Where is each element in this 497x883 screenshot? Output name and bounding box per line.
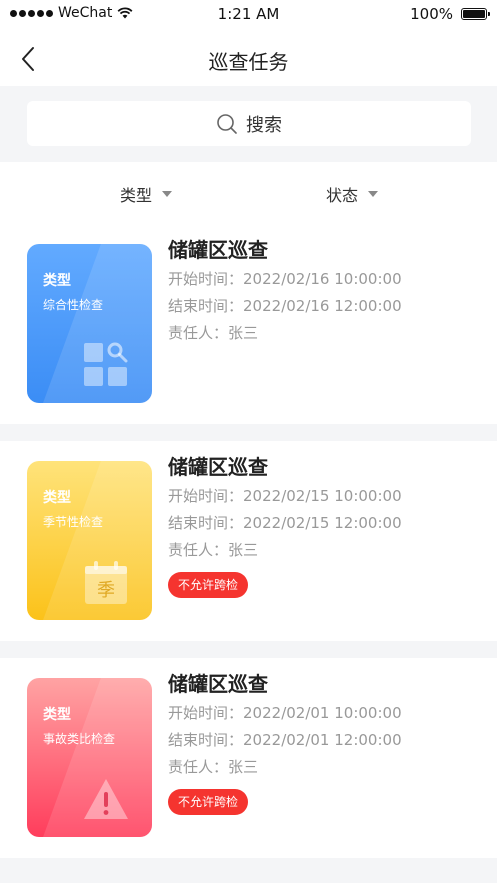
end-time-label: 结束时间： [168,731,244,749]
owner-label: 责任人： [168,324,229,342]
start-time-row: 开始时间：2022/02/15 10:00:00 [168,483,402,510]
owner-value: 张三 [228,541,259,559]
search-input[interactable]: 搜索 [27,101,471,146]
task-info: 储罐区巡查 开始时间：2022/02/15 10:00:00 结束时间：2022… [168,451,402,598]
owner-label: 责任人： [168,541,229,559]
end-time-label: 结束时间： [168,514,244,532]
task-title: 储罐区巡查 [168,455,268,479]
owner-value: 张三 [228,324,259,342]
owner-value: 张三 [228,758,259,776]
end-time-row: 结束时间：2022/02/01 12:00:00 [168,727,402,754]
end-time-label: 结束时间： [168,297,244,315]
status-bar: WeChat 1:21 AM 100% [0,0,497,30]
battery-percent: 100% [410,5,453,23]
search-placeholder: 搜索 [246,114,282,136]
end-time-row: 结束时间：2022/02/16 12:00:00 [168,293,402,320]
status-filter-label: 状态 [326,186,359,205]
no-cross-inspection-badge: 不允许跨检 [168,789,249,815]
owner-row: 责任人：张三 [168,320,402,347]
start-time-value: 2022/02/16 10:00:00 [243,270,402,288]
caret-down-icon [368,191,379,197]
task-card[interactable]: 类型 综合性检查 储罐区巡查 开始时间：2022/02/16 10:00:00 … [0,224,497,424]
caret-down-icon [162,191,173,197]
end-time-value: 2022/02/01 12:00:00 [243,731,402,749]
calendar-season-icon: 季 [85,561,127,604]
end-time-value: 2022/02/16 12:00:00 [243,297,402,315]
start-time-value: 2022/02/15 10:00:00 [243,487,402,505]
no-cross-inspection-badge: 不允许跨检 [168,572,249,598]
search-icon [217,113,237,134]
status-filter-dropdown[interactable]: 状态 [326,182,379,206]
thumbnail-category: 综合性检查 [43,298,104,312]
battery-icon [461,8,490,20]
type-filter-dropdown[interactable]: 类型 [120,182,173,206]
owner-row: 责任人：张三 [168,754,402,781]
search-area: 搜索 [0,86,497,162]
warning-triangle-icon [84,779,128,819]
thumbnail-category: 事故类比检查 [43,732,116,746]
task-card[interactable]: 类型 事故类比检查 储罐区巡查 开始时间：2022/02/01 10:00:00… [0,658,497,858]
thumbnail-type-label: 类型 [43,273,71,289]
filter-bar: 类型 状态 [0,162,497,224]
start-time-label: 开始时间： [168,487,244,505]
task-title: 储罐区巡查 [168,672,268,696]
task-title: 储罐区巡查 [168,238,268,262]
task-type-thumbnail: 类型 综合性检查 [27,244,152,403]
thumbnail-type-label: 类型 [43,707,71,723]
type-filter-label: 类型 [120,186,153,205]
start-time-row: 开始时间：2022/02/01 10:00:00 [168,700,402,727]
nav-bar: 巡查任务 [0,30,497,86]
task-type-thumbnail: 类型 事故类比检查 [27,678,152,837]
task-info: 储罐区巡查 开始时间：2022/02/01 10:00:00 结束时间：2022… [168,668,402,815]
owner-label: 责任人： [168,758,229,776]
calendar-char: 季 [97,580,115,601]
task-info: 储罐区巡查 开始时间：2022/02/16 10:00:00 结束时间：2022… [168,234,402,347]
grid-search-icon [84,342,128,386]
start-time-value: 2022/02/01 10:00:00 [243,704,402,722]
page-title: 巡查任务 [208,50,289,74]
start-time-label: 开始时间： [168,704,244,722]
battery-info: 100% [410,5,490,23]
start-time-row: 开始时间：2022/02/16 10:00:00 [168,266,402,293]
start-time-label: 开始时间： [168,270,244,288]
task-card[interactable]: 类型 季节性检查 季 储罐区巡查 开始时间：2022/02/15 10:00:0… [0,441,497,641]
thumbnail-type-label: 类型 [43,490,71,506]
end-time-value: 2022/02/15 12:00:00 [243,514,402,532]
thumbnail-category: 季节性检查 [43,515,104,529]
owner-row: 责任人：张三 [168,537,402,564]
end-time-row: 结束时间：2022/02/15 12:00:00 [168,510,402,537]
task-type-thumbnail: 类型 季节性检查 季 [27,461,152,620]
